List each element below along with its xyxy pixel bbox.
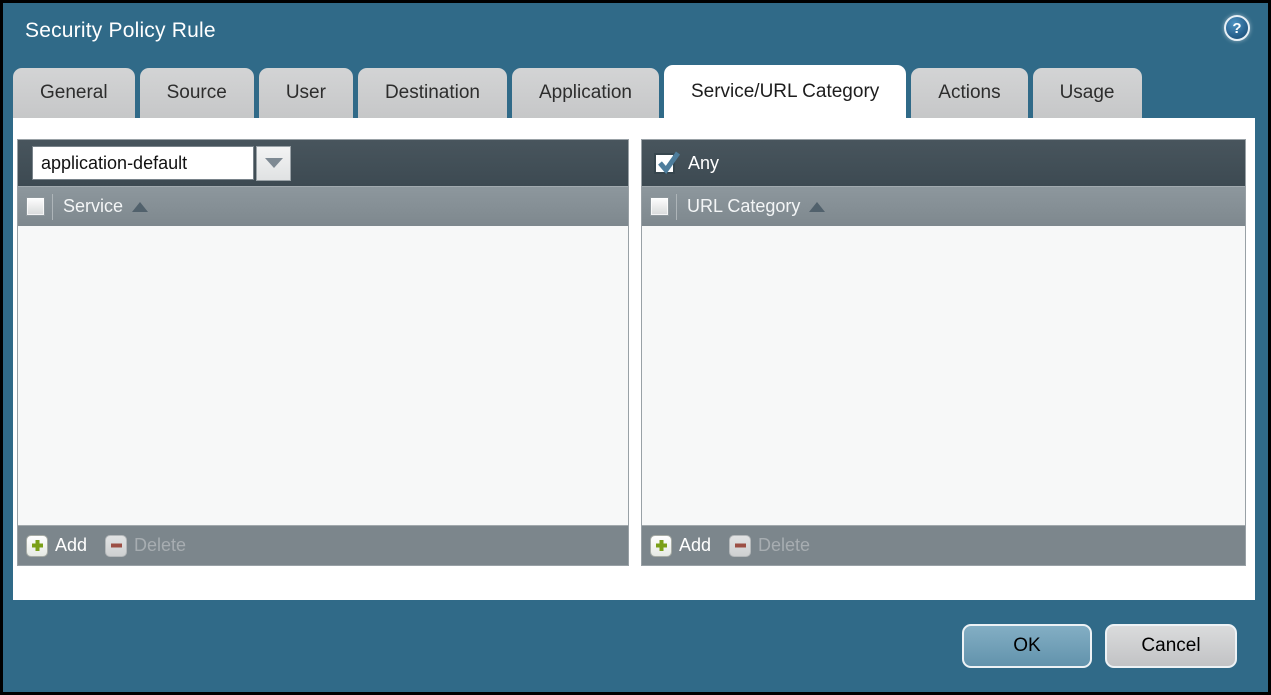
sort-ascending-icon[interactable]	[132, 201, 149, 212]
ok-button[interactable]: OK	[962, 624, 1092, 668]
tab-label: Actions	[938, 82, 1001, 103]
tab-user[interactable]: User	[258, 68, 353, 118]
any-checkbox[interactable]	[654, 151, 681, 174]
tab-service-url-category[interactable]: Service/URL Category	[663, 65, 907, 118]
help-glyph: ?	[1232, 19, 1242, 37]
minus-icon	[729, 534, 752, 557]
tab-application[interactable]: Application	[512, 68, 659, 118]
service-select-all-cell	[18, 197, 52, 216]
url-category-add-button[interactable]: Add	[650, 534, 712, 557]
tab-label: User	[285, 82, 326, 103]
tab-destination[interactable]: Destination	[357, 68, 507, 118]
url-category-list	[642, 226, 1245, 525]
add-label: Add	[55, 535, 88, 555]
service-footer: Add Delete	[18, 525, 628, 565]
chevron-down-icon	[264, 158, 283, 168]
tab-label: Service/URL Category	[690, 80, 880, 102]
service-toolbar: application-default	[18, 140, 628, 186]
any-label: Any	[688, 152, 720, 173]
tab-bar: General Source User Destination Applicat…	[13, 65, 1258, 118]
plus-icon	[650, 534, 672, 557]
url-category-column-header[interactable]: URL Category	[687, 196, 800, 217]
any-checkbox-row[interactable]: Any	[654, 151, 720, 174]
tab-source[interactable]: Source	[139, 68, 254, 118]
service-type-dropdown[interactable]: application-default	[32, 145, 291, 181]
delete-label: Delete	[134, 535, 187, 555]
column-separator	[52, 193, 53, 220]
cancel-button[interactable]: Cancel	[1105, 624, 1237, 668]
minus-icon	[105, 534, 128, 557]
service-select-all-checkbox[interactable]	[25, 197, 45, 216]
service-delete-button[interactable]: Delete	[105, 534, 187, 557]
dialog-action-buttons: OK Cancel	[962, 624, 1237, 668]
service-panel: application-default Service Add Delete	[17, 139, 629, 566]
tab-label: General	[40, 82, 108, 103]
security-policy-rule-dialog: { "window": { "title": "Security Policy …	[0, 0, 1271, 695]
tab-usage[interactable]: Usage	[1032, 68, 1142, 118]
checkmark-icon	[658, 151, 681, 174]
url-category-select-all-checkbox[interactable]	[649, 197, 669, 216]
tab-label: Application	[539, 82, 632, 103]
url-category-footer: Add Delete	[642, 525, 1245, 565]
service-list	[18, 226, 628, 525]
tab-content: application-default Service Add Delete A…	[13, 118, 1255, 600]
sort-ascending-icon[interactable]	[809, 201, 826, 212]
delete-label: Delete	[758, 535, 811, 555]
dialog-title: Security Policy Rule	[25, 19, 216, 42]
url-category-panel: Any URL Category Add Delete	[641, 139, 1246, 566]
service-add-button[interactable]: Add	[26, 534, 88, 557]
tab-label: Usage	[1059, 82, 1115, 103]
tab-label: Destination	[384, 82, 480, 103]
tab-actions[interactable]: Actions	[911, 68, 1028, 118]
tab-general[interactable]: General	[13, 68, 135, 118]
plus-icon	[26, 534, 48, 557]
url-category-toolbar: Any	[642, 140, 1245, 186]
service-column-header[interactable]: Service	[63, 196, 123, 217]
service-type-dropdown-button[interactable]	[256, 145, 291, 181]
help-icon[interactable]: ?	[1224, 15, 1250, 41]
tab-label: Source	[166, 82, 227, 103]
column-separator	[676, 193, 677, 220]
add-label: Add	[679, 535, 712, 555]
service-table-header: Service	[18, 186, 628, 226]
url-category-table-header: URL Category	[642, 186, 1245, 226]
url-category-select-all-cell	[642, 197, 676, 216]
service-type-value[interactable]: application-default	[32, 146, 254, 180]
url-category-delete-button[interactable]: Delete	[729, 534, 811, 557]
